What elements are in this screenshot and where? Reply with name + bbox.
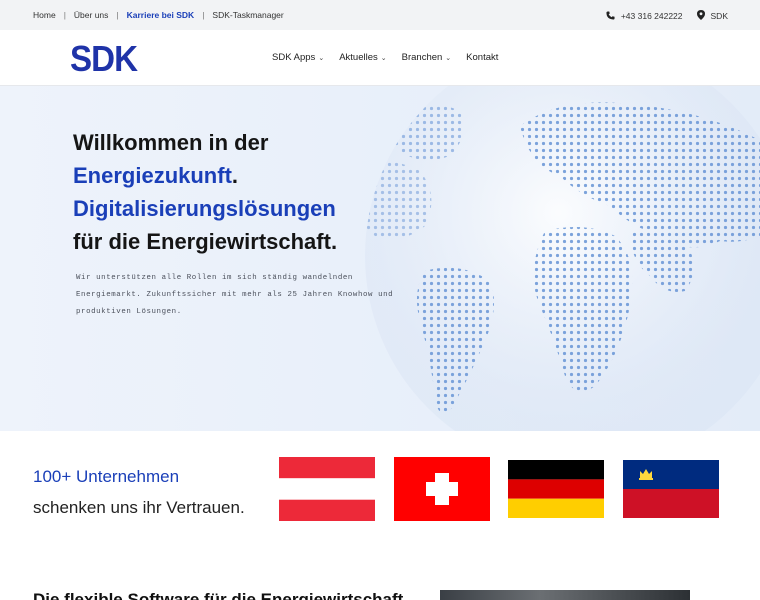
nav-label: Branchen [401, 52, 443, 63]
section-heading: Die flexible Software für die Energiewir… [33, 590, 404, 600]
chevron-down-icon: ⌄ [380, 54, 387, 62]
top-link-about[interactable]: Über uns [74, 10, 109, 20]
dotted-globe-illustration [365, 86, 760, 431]
switzerland-flag [394, 457, 490, 521]
germany-flag [508, 460, 604, 518]
nav-aktuelles[interactable]: Aktuelles ⌄ [339, 52, 386, 63]
separator: | [202, 10, 205, 20]
nav-label: Kontakt [466, 52, 499, 63]
hero-title-line3: Digitalisierungslösungen [73, 196, 336, 221]
top-contact: +43 316 242222 SDK [606, 10, 728, 22]
hero-title-line2: Energiezukunft. [73, 159, 238, 192]
top-link-taskmanager[interactable]: SDK-Taskmanager [212, 10, 283, 20]
top-link-career[interactable]: Karriere bei SDK [127, 10, 195, 20]
chevron-down-icon: ⌄ [445, 54, 452, 62]
customer-count: 100+ Unternehmen [33, 467, 180, 486]
hero-section: Willkommen in der Energiezukunft. Digita… [0, 86, 760, 431]
software-section: Die flexible Software für die Energiewir… [0, 566, 760, 600]
nav-label: SDK Apps [272, 52, 316, 63]
software-image [440, 590, 690, 600]
sdk-logo[interactable]: SDK [70, 38, 138, 80]
hero-description: Wir unterstützen alle Rollen im sich stä… [76, 274, 394, 316]
top-link-home[interactable]: Home [33, 10, 56, 20]
trust-text: schenken uns ihr Vertrauen. [33, 498, 245, 517]
map-pin-icon [696, 10, 705, 22]
trust-section: 100+ Unternehmen schenken uns ihr Vertra… [0, 431, 760, 566]
separator: | [63, 10, 66, 20]
top-links: Home | Über uns | Karriere bei SDK | SDK… [33, 10, 284, 20]
hero-title-line4: für die Energiewirtschaft. [73, 229, 338, 254]
main-header: SDK SDK Apps ⌄ Aktuelles ⌄ Branchen ⌄ Ko… [0, 30, 760, 86]
hero-title-line1: Willkommen in der [73, 130, 269, 155]
nav-label: Aktuelles [339, 52, 378, 63]
hero-title-dot: . [231, 163, 239, 188]
top-bar: Home | Über uns | Karriere bei SDK | SDK… [0, 0, 760, 30]
phone-icon [606, 10, 615, 22]
nav-sdk-apps[interactable]: SDK Apps ⌄ [272, 52, 324, 63]
main-nav: SDK Apps ⌄ Aktuelles ⌄ Branchen ⌄ Kontak… [272, 52, 498, 63]
austria-flag [279, 457, 375, 521]
chevron-down-icon: ⌄ [318, 54, 325, 62]
nav-kontakt[interactable]: Kontakt [466, 52, 498, 63]
liechtenstein-flag [623, 460, 719, 518]
phone-number[interactable]: +43 316 242222 [621, 11, 683, 21]
hero-title-highlight: Energiezukunft [73, 163, 232, 188]
nav-branchen[interactable]: Branchen ⌄ [402, 52, 452, 63]
separator: | [116, 10, 119, 20]
location-label[interactable]: SDK [711, 11, 728, 21]
